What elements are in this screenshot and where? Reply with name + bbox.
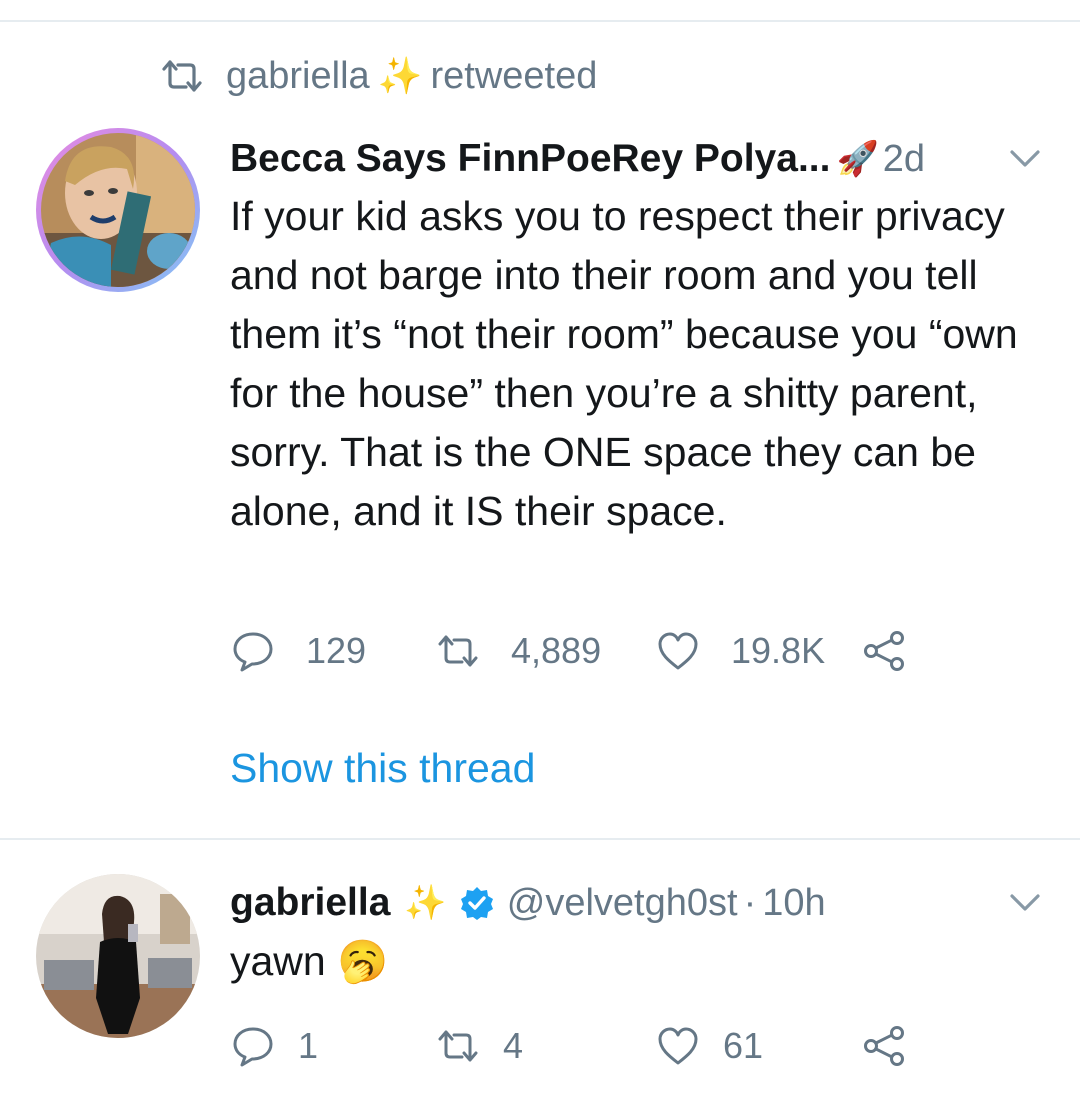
heart-icon <box>658 1027 698 1065</box>
heart-icon <box>658 632 698 670</box>
reply-button[interactable]: 129 <box>230 628 435 674</box>
tweet-text: yawn 🥱 <box>230 938 389 984</box>
like-count: 19.8K <box>731 630 826 671</box>
avatar-image <box>36 874 200 1038</box>
retweet-context[interactable]: gabriella ✨ retweeted <box>160 52 597 100</box>
retweet-button[interactable]: 4 <box>435 1023 655 1069</box>
tweet-divider <box>0 838 1080 840</box>
avatar-image <box>41 133 195 287</box>
retweet-button[interactable]: 4,889 <box>435 628 655 674</box>
tweet-text: If your kid asks you to respect their pr… <box>230 193 1018 534</box>
reply-count: 1 <box>298 1025 319 1066</box>
retweeted-label: retweeted <box>430 54 598 97</box>
retweet-count: 4 <box>503 1025 524 1066</box>
chevron-down-icon[interactable] <box>1008 892 1042 914</box>
tweet-actions: 1 4 61 <box>230 1023 907 1069</box>
like-count: 61 <box>723 1025 764 1066</box>
retweet-icon <box>438 1030 478 1062</box>
verified-badge-icon <box>460 887 493 920</box>
rocket-emoji: 🚀 <box>836 140 879 178</box>
chevron-down-icon[interactable] <box>1008 148 1042 170</box>
timestamp[interactable]: 10h <box>762 882 825 925</box>
timestamp[interactable]: 2d <box>883 138 925 181</box>
retweet-count: 4,889 <box>511 630 602 671</box>
reply-count: 129 <box>306 630 367 671</box>
retweeter-name[interactable]: gabriella <box>226 55 370 98</box>
share-icon <box>864 1026 904 1066</box>
show-thread-link[interactable]: Show this thread <box>230 745 535 792</box>
share-button[interactable] <box>861 1023 907 1069</box>
display-name[interactable]: Becca Says FinnPoeRey Polya... <box>230 137 830 181</box>
tweet-actions: 129 4,889 19.8K <box>230 628 907 674</box>
display-name[interactable]: gabriella <box>230 881 390 925</box>
user-handle[interactable]: @velvetgh0st <box>507 882 738 925</box>
reply-icon <box>233 632 273 672</box>
share-icon <box>864 631 904 671</box>
reply-icon <box>233 1027 273 1067</box>
retweet-icon <box>162 60 202 92</box>
retweet-icon <box>438 635 478 667</box>
avatar[interactable] <box>36 128 200 292</box>
like-button[interactable]: 19.8K <box>655 628 861 674</box>
tweet-author-row: Becca Says FinnPoeRey Polya... 🚀 2d <box>230 134 925 184</box>
separator-dot: · <box>743 881 757 924</box>
tweet-author-row: gabriella ✨ @velvetgh0st · 10h <box>230 878 826 928</box>
avatar[interactable] <box>36 874 200 1038</box>
like-button[interactable]: 61 <box>655 1023 861 1069</box>
sparkle-emoji: ✨ <box>404 884 447 922</box>
top-divider <box>0 20 1080 22</box>
share-button[interactable] <box>861 628 907 674</box>
sparkle-emoji: ✨ <box>377 55 423 96</box>
reply-button[interactable]: 1 <box>230 1023 435 1069</box>
